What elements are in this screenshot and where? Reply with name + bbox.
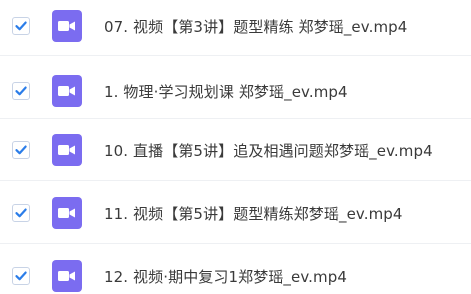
row-divider: [0, 118, 471, 119]
file-row[interactable]: 1. 物理·学习规划课 郑梦瑶_ev.mp4: [0, 62, 471, 120]
checkmark-icon: [15, 145, 27, 155]
file-name[interactable]: 10. 直播【第5讲】追及相遇问题郑梦瑶_ev.mp4: [104, 140, 433, 161]
video-file-icon: [52, 197, 82, 229]
file-row[interactable]: 12. 视频·期中复习1郑梦瑶_ev.mp4: [0, 247, 471, 294]
file-name[interactable]: 12. 视频·期中复习1郑梦瑶_ev.mp4: [104, 266, 347, 287]
video-file-icon: [52, 260, 82, 292]
row-checkbox[interactable]: [12, 204, 30, 222]
row-checkbox[interactable]: [12, 17, 30, 35]
row-divider: [0, 55, 471, 56]
file-row[interactable]: 07. 视频【第3讲】题型精练 郑梦瑶_ev.mp4: [0, 0, 471, 52]
video-file-icon: [52, 75, 82, 107]
row-checkbox[interactable]: [12, 267, 30, 285]
checkmark-icon: [15, 271, 27, 281]
video-file-icon: [52, 134, 82, 166]
file-list: 07. 视频【第3讲】题型精练 郑梦瑶_ev.mp4 1. 物理·学习规划课 郑…: [0, 0, 471, 294]
file-row[interactable]: 10. 直播【第5讲】追及相遇问题郑梦瑶_ev.mp4: [0, 121, 471, 179]
file-name[interactable]: 07. 视频【第3讲】题型精练 郑梦瑶_ev.mp4: [104, 16, 407, 37]
checkmark-icon: [15, 208, 27, 218]
row-divider: [0, 243, 471, 244]
row-checkbox[interactable]: [12, 82, 30, 100]
checkmark-icon: [15, 21, 27, 31]
checkmark-icon: [15, 86, 27, 96]
file-row[interactable]: 11. 视频【第5讲】题型精练郑梦瑶_ev.mp4: [0, 184, 471, 242]
row-divider: [0, 180, 471, 181]
file-name[interactable]: 1. 物理·学习规划课 郑梦瑶_ev.mp4: [104, 81, 348, 102]
file-name[interactable]: 11. 视频【第5讲】题型精练郑梦瑶_ev.mp4: [104, 203, 403, 224]
row-checkbox[interactable]: [12, 141, 30, 159]
video-file-icon: [52, 10, 82, 42]
